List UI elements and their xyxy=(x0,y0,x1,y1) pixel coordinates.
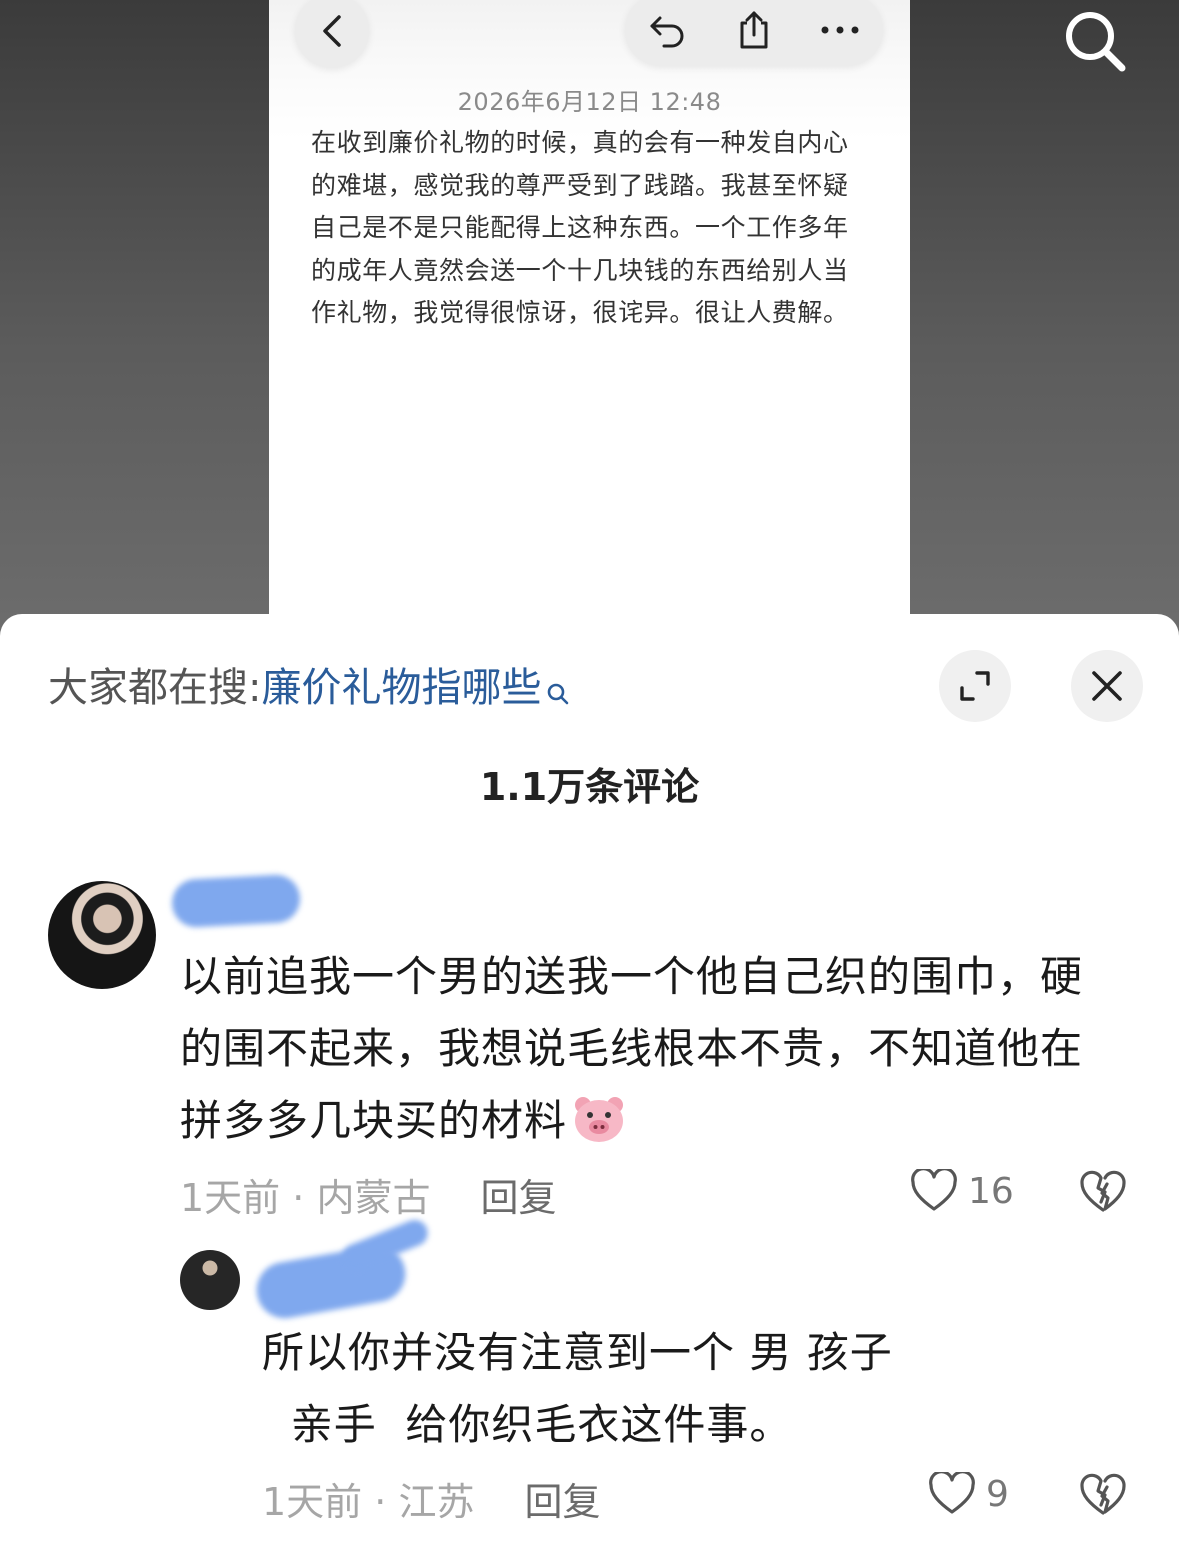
reply-button[interactable]: 回复 xyxy=(480,1176,556,1220)
note-body: 在收到廉价礼物的时候，真的会有一种发自内心的难堪，感觉我的尊严受到了践踏。我甚至… xyxy=(311,128,849,328)
hot-search-term[interactable]: 廉价礼物指哪些 xyxy=(261,665,541,711)
close-button[interactable] xyxy=(1071,650,1143,722)
avatar[interactable] xyxy=(180,1250,240,1310)
comment-text-content: 以前追我一个男的送我一个他自己织的围巾，硬的围不起来，我想说毛线根本不贵，不知道… xyxy=(180,952,1084,1145)
comment-meta: 1天前 · 内蒙古 回复 xyxy=(180,1167,556,1222)
comment-time: 1天前 xyxy=(180,1176,281,1220)
search-icon xyxy=(545,666,571,722)
comment-count: 1.1万条评论 xyxy=(479,765,700,809)
search-icon[interactable] xyxy=(1058,4,1130,76)
heart-icon xyxy=(929,1472,975,1514)
heart-icon xyxy=(911,1169,957,1211)
dislike-button[interactable] xyxy=(1079,1473,1127,1521)
hot-search-bar[interactable]: 大家都在搜:廉价礼物指哪些 xyxy=(48,660,571,722)
username-redacted xyxy=(170,873,302,929)
reply-text: 所以你并没有注意到一个 男 孩子 亲手 给你织毛衣这件事。 xyxy=(262,1328,893,1449)
meta-separator: · xyxy=(280,1176,317,1220)
note-card: 2026年6月12日 12:48 在收到廉价礼物的时候，真的会有一种发自内心的难… xyxy=(269,0,910,640)
undo-arrow-icon xyxy=(650,16,684,48)
like-button[interactable]: 16 xyxy=(910,1169,1014,1213)
reply-button[interactable]: 回复 xyxy=(524,1480,600,1524)
dislike-button[interactable] xyxy=(1079,1170,1127,1218)
reply-time: 1天前 xyxy=(262,1480,363,1524)
note-date: 2026年6月12日 12:48 xyxy=(457,88,722,116)
expand-button[interactable] xyxy=(939,650,1011,722)
hot-search-colon: : xyxy=(248,665,262,711)
like-count: 16 xyxy=(968,1170,1014,1212)
ellipsis-icon xyxy=(821,26,859,34)
broken-heart-icon xyxy=(1080,1170,1126,1212)
reply-meta: 1天前 · 江苏 回复 xyxy=(262,1471,600,1526)
comment-location: 内蒙古 xyxy=(316,1176,431,1220)
meta-separator: · xyxy=(362,1480,399,1524)
hot-search-label: 大家都在搜 xyxy=(48,665,248,711)
share-button[interactable] xyxy=(711,0,797,66)
share-icon xyxy=(740,11,768,49)
like-count: 9 xyxy=(986,1473,1009,1515)
comments-sheet: 大家都在搜:廉价礼物指哪些 1.1万条评论 以前追我一个男的送我一个他自己织的围… xyxy=(0,614,1179,1545)
reply-location: 江苏 xyxy=(398,1480,475,1524)
undo-button[interactable] xyxy=(625,0,711,66)
expand-icon xyxy=(960,671,990,701)
chevron-left-icon xyxy=(323,15,341,47)
broken-heart-icon xyxy=(1080,1473,1126,1515)
pig-face-emoji xyxy=(573,1093,625,1142)
avatar[interactable] xyxy=(48,881,156,989)
like-button[interactable]: 9 xyxy=(928,1472,1009,1516)
close-icon xyxy=(1092,671,1122,701)
comment-text: 以前追我一个男的送我一个他自己织的围巾，硬的围不起来，我想说毛线根本不贵，不知道… xyxy=(180,941,1110,1157)
back-button[interactable] xyxy=(295,0,369,68)
more-button[interactable] xyxy=(797,0,883,66)
note-action-bar xyxy=(625,0,883,66)
